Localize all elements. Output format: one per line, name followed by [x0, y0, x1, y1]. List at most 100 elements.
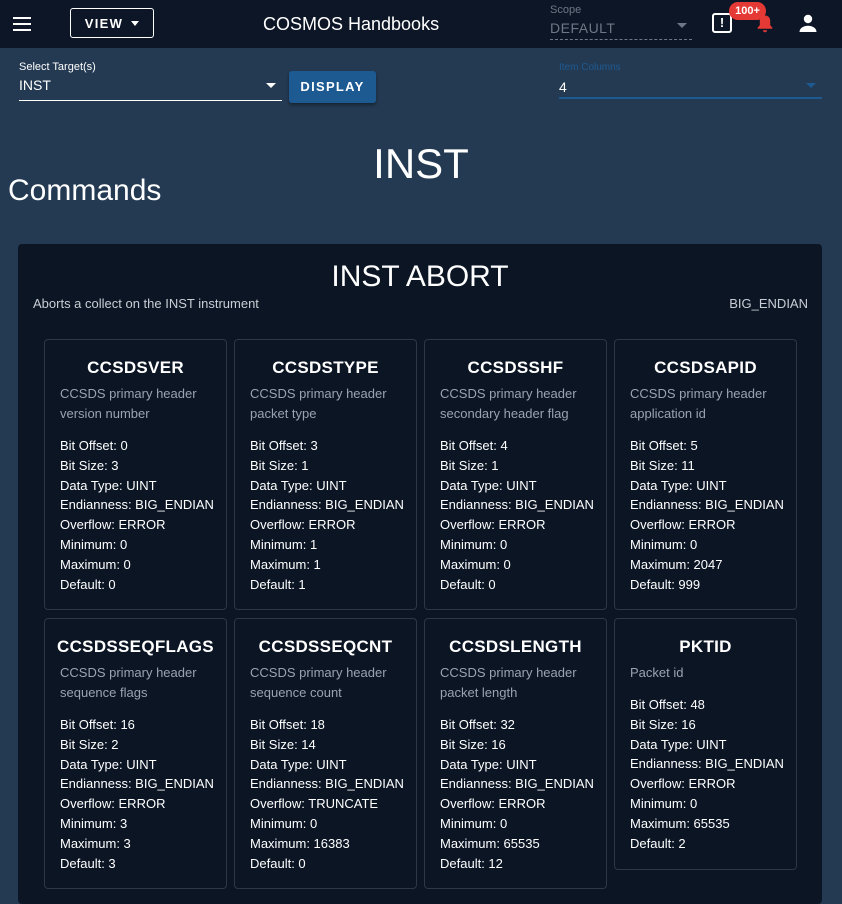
item-card: PKTID Packet id Bit Offset: 48 Bit Size: 16… — [614, 618, 797, 870]
hamburger-menu-icon[interactable] — [10, 12, 34, 36]
item-property: Bit Size: 2 — [60, 736, 119, 752]
item-description-line: packet type — [250, 406, 317, 421]
item-description-line: application id — [630, 406, 706, 421]
item-property: Default: 1 — [250, 576, 306, 592]
item-description: CCSDS primary header sequence count — [235, 657, 416, 703]
item-property: Overflow: ERROR — [440, 796, 546, 812]
item-property: Data Type: UINT — [250, 477, 347, 493]
item-description-line: CCSDS primary header — [250, 665, 387, 680]
item-name: CCSDSSEQFLAGS — [57, 637, 214, 656]
item-card: CCSDSAPID CCSDS primary header application… — [614, 339, 797, 610]
caret-down-icon — [131, 20, 140, 26]
item-property: Endianness: BIG_ENDIAN — [630, 756, 784, 772]
item-description: CCSDS primary header sequence flags — [45, 657, 226, 703]
item-property: Minimum: 0 — [630, 536, 698, 552]
item-property: Data Type: UINT — [630, 477, 727, 493]
item-property: Minimum: 3 — [60, 815, 128, 831]
item-properties: Bit Offset: 3 Bit Size: 1 Data Type: UINT E… — [235, 424, 416, 594]
item-property: Bit Offset: 4 — [440, 438, 508, 453]
account-icon[interactable] — [798, 13, 818, 33]
item-card: CCSDSSHF CCSDS primary header secondary he… — [424, 339, 607, 610]
target-select-value: INST — [19, 77, 51, 93]
scope-value: DEFAULT — [550, 20, 616, 36]
item-columns-value: 4 — [559, 79, 567, 95]
item-description-line: CCSDS primary header — [60, 386, 197, 401]
item-description-line: CCSDS primary header — [440, 386, 577, 401]
scope-label: Scope — [550, 4, 582, 16]
item-property: Maximum: 0 — [440, 556, 511, 572]
item-property: Data Type: UINT — [440, 477, 537, 493]
item-property: Overflow: TRUNCATE — [250, 796, 379, 812]
item-property: Data Type: UINT — [60, 756, 157, 772]
item-property: Default: 0 — [440, 576, 496, 592]
item-property: Bit Size: 16 — [630, 716, 696, 732]
item-property: Minimum: 0 — [250, 815, 318, 831]
item-property: Bit Offset: 32 — [440, 717, 515, 732]
notification-badge: 100+ — [729, 2, 766, 20]
item-property: Bit Size: 16 — [440, 736, 506, 752]
item-property: Maximum: 3 — [60, 835, 131, 851]
item-name: CCSDSAPID — [654, 358, 757, 377]
item-description-line: sequence flags — [60, 685, 148, 700]
item-property: Minimum: 0 — [440, 815, 508, 831]
item-property: Bit Offset: 0 — [60, 438, 128, 453]
scope-underline — [550, 39, 692, 40]
item-properties: Bit Offset: 0 Bit Size: 3 Data Type: UINT E… — [45, 424, 226, 594]
item-property: Minimum: 0 — [630, 795, 698, 811]
item-description: CCSDS primary header packet length — [425, 657, 606, 703]
item-property: Endianness: BIG_ENDIAN — [60, 497, 214, 513]
item-property: Bit Offset: 18 — [250, 717, 325, 732]
alert-icon[interactable]: ! — [712, 13, 732, 33]
item-card: CCSDSSEQFLAGS CCSDS primary header sequenc… — [44, 618, 227, 889]
view-menu-button[interactable]: VIEW — [70, 8, 154, 38]
caret-down-icon — [677, 23, 687, 28]
display-button[interactable]: DISPLAY — [289, 71, 376, 103]
item-property: Endianness: BIG_ENDIAN — [440, 497, 594, 513]
item-property: Maximum: 1 — [250, 556, 321, 572]
item-properties: Bit Offset: 32 Bit Size: 16 Data Type: UIN… — [425, 703, 606, 873]
item-property: Bit Offset: 5 — [630, 438, 698, 453]
item-description-line: secondary header flag — [440, 406, 569, 421]
item-columns-underline — [559, 97, 822, 99]
packet-description: Aborts a collect on the INST instrument — [33, 296, 259, 311]
item-name: CCSDSTYPE — [272, 358, 379, 377]
item-property: Endianness: BIG_ENDIAN — [60, 776, 214, 792]
item-description: CCSDS primary header version number — [45, 378, 226, 424]
app-title: COSMOS Handbooks — [263, 14, 440, 34]
item-property: Endianness: BIG_ENDIAN — [440, 776, 594, 792]
item-property: Maximum: 65535 — [440, 835, 540, 851]
item-properties: Bit Offset: 18 Bit Size: 14 Data Type: UIN… — [235, 703, 416, 873]
item-description: Packet id — [615, 657, 796, 683]
caret-down-icon — [266, 83, 276, 88]
item-property: Data Type: UINT — [440, 756, 537, 772]
item-property: Default: 999 — [630, 576, 701, 592]
item-property: Minimum: 0 — [440, 536, 508, 552]
item-description-line: CCSDS primary header — [630, 386, 767, 401]
item-description-line: sequence count — [250, 685, 342, 700]
item-property: Data Type: UINT — [630, 736, 727, 752]
item-property: Overflow: ERROR — [630, 517, 736, 533]
item-description-line: version number — [60, 406, 150, 421]
item-property: Overflow: ERROR — [630, 776, 736, 792]
item-description-line: CCSDS primary header — [250, 386, 387, 401]
item-name: PKTID — [679, 637, 732, 656]
item-card: CCSDSTYPE CCSDS primary header packet type… — [234, 339, 417, 610]
item-property: Bit Offset: 48 — [630, 697, 705, 712]
item-description-line: packet length — [440, 685, 518, 700]
packet-endianness: BIG_ENDIAN — [729, 296, 808, 311]
item-property: Default: 2 — [630, 835, 686, 851]
item-property: Overflow: ERROR — [60, 517, 166, 533]
item-property: Data Type: UINT — [60, 477, 157, 493]
item-property: Overflow: ERROR — [250, 517, 356, 533]
item-property: Bit Size: 1 — [440, 457, 499, 473]
item-name: CCSDSSHF — [467, 358, 564, 377]
item-card: CCSDSLENGTH CCSDS primary header packet le… — [424, 618, 607, 889]
caret-down-icon — [806, 83, 816, 88]
item-property: Bit Offset: 16 — [60, 717, 135, 732]
item-property: Maximum: 0 — [60, 556, 131, 572]
item-property: Data Type: UINT — [250, 756, 347, 772]
item-description: CCSDS primary header packet type — [235, 378, 416, 424]
item-properties: Bit Offset: 4 Bit Size: 1 Data Type: UINT E… — [425, 424, 606, 594]
item-property: Bit Offset: 3 — [250, 438, 318, 453]
item-property: Bit Size: 1 — [250, 457, 309, 473]
